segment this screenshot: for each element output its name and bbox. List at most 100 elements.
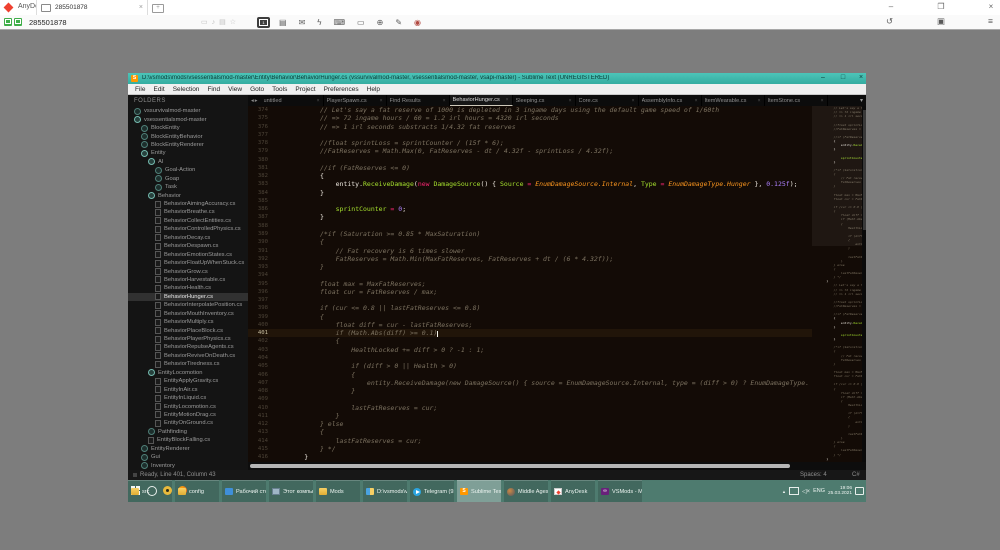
taskbar-item-vsmods-micr[interactable]: ∞VSMods - Micr... xyxy=(598,480,642,502)
anydesk-session-tab[interactable]: 285501878 × xyxy=(36,0,148,15)
monitor-1-button[interactable]: 1 xyxy=(257,17,270,28)
tree-item-behaviorrepulseagents-cs[interactable]: BehaviorRepulseAgents.cs xyxy=(128,343,248,351)
close-tab-icon[interactable]: × xyxy=(695,98,698,104)
taskbar-item-[interactable]: Этот компьют... xyxy=(269,480,313,502)
tab-scroll-right-icon[interactable]: ▸ xyxy=(255,98,258,104)
close-tab-icon[interactable]: × xyxy=(569,98,572,104)
tree-item-behaviorharvestable-cs[interactable]: BehaviorHarvestable.cs xyxy=(128,276,248,284)
tree-item-entitylocomotion[interactable]: EntityLocomotion xyxy=(128,369,248,377)
tree-item-pathfinding[interactable]: Pathfinding xyxy=(128,428,248,436)
tree-item-behavioremotionstates-cs[interactable]: BehaviorEmotionStates.cs xyxy=(128,250,248,258)
menu-view[interactable]: View xyxy=(224,86,246,93)
tree-item-ai[interactable]: AI xyxy=(128,158,248,166)
hidden-icons-icon[interactable]: ▲ xyxy=(782,489,786,494)
actions-lightning-icon[interactable]: ϟ xyxy=(317,18,321,27)
sublime-close-button[interactable]: × xyxy=(854,74,868,81)
tree-item-behaviorcontrolledphysics-cs[interactable]: BehaviorControlledPhysics.cs xyxy=(128,225,248,233)
tree-item-behaviorgrow-cs[interactable]: BehaviorGrow.cs xyxy=(128,267,248,275)
taskbar-item-middle-ages[interactable]: Middle Ages | ... xyxy=(504,480,548,502)
menu-help[interactable]: Help xyxy=(363,86,384,93)
tree-item-entitymotiondrag-cs[interactable]: EntityMotionDrag.cs xyxy=(128,411,248,419)
code-editor[interactable]: 374 // Let's say a fat reserve of 1000 i… xyxy=(248,106,812,462)
menu-file[interactable]: File xyxy=(131,86,149,93)
tree-item-blockentitybehavior[interactable]: BlockEntityBehavior xyxy=(128,132,248,140)
new-session-tab-button[interactable]: + xyxy=(152,4,164,13)
close-button[interactable]: × xyxy=(984,2,998,11)
file-transfer-icon[interactable]: ▤ xyxy=(279,18,287,27)
tree-item-behaviormouthinventory-cs[interactable]: BehaviorMouthInventory.cs xyxy=(128,310,248,318)
tree-item-behaviorinterpolateposition-cs[interactable]: BehaviorInterpolatePosition.cs xyxy=(128,301,248,309)
horizontal-scrollbar-thumb[interactable] xyxy=(250,464,790,468)
tree-item-entityapplygravity-cs[interactable]: EntityApplyGravity.cs xyxy=(128,377,248,385)
tree-item-entityblockfalling-cs[interactable]: EntityBlockFalling.cs xyxy=(128,436,248,444)
record-session-icon[interactable]: ◉ xyxy=(414,18,421,27)
menu-selection[interactable]: Selection xyxy=(169,86,204,93)
session-history-icon[interactable]: ↺ xyxy=(886,16,893,27)
sublime-minimize-button[interactable]: – xyxy=(816,74,830,81)
vertical-scrollbar-thumb[interactable] xyxy=(863,110,866,230)
notification-center-icon[interactable] xyxy=(855,487,864,495)
tab-overflow-icon[interactable]: ▾ xyxy=(860,97,866,104)
taskbar-item-mods[interactable]: Mods xyxy=(316,480,360,502)
volume-icon[interactable]: ◁× xyxy=(802,488,810,495)
tab-itemwearable-cs[interactable]: ItemWearable.cs× xyxy=(702,95,765,106)
status-indent-setting[interactable]: Spaces: 4 xyxy=(800,472,827,478)
fullscreen-icon[interactable]: ▣ xyxy=(937,16,945,27)
menu-goto[interactable]: Goto xyxy=(246,86,268,93)
close-tab-icon[interactable]: × xyxy=(139,4,143,11)
tree-item-entityonground-cs[interactable]: EntityOnGround.cs xyxy=(128,419,248,427)
close-tab-icon[interactable]: × xyxy=(380,98,383,104)
tree-item-goal-action[interactable]: Goal-Action xyxy=(128,166,248,174)
tree-item-entityrenderer[interactable]: EntityRenderer xyxy=(128,445,248,453)
tree-item-vsessentialsmod-master[interactable]: vsessentialsmod-master xyxy=(128,115,248,123)
tab-find-results[interactable]: Find Results× xyxy=(387,95,450,106)
tree-item-behaviorcollectentities-cs[interactable]: BehaviorCollectEntities.cs xyxy=(128,217,248,225)
keyboard-icon[interactable]: ⌨ xyxy=(334,18,346,27)
tree-item-behaviorplayerphysics-cs[interactable]: BehaviorPlayerPhysics.cs xyxy=(128,335,248,343)
menu-tools[interactable]: Tools xyxy=(268,86,291,93)
menu-find[interactable]: Find xyxy=(203,86,224,93)
tab-untitled[interactable]: untitled× xyxy=(261,95,324,106)
language-indicator[interactable]: ENG xyxy=(813,488,825,494)
menu-preferences[interactable]: Preferences xyxy=(320,86,363,93)
menu-project[interactable]: Project xyxy=(291,86,319,93)
tree-item-entity[interactable]: Entity xyxy=(128,149,248,157)
tree-item-behaviorfloatupwhenstuck-cs[interactable]: BehaviorFloatUpWhenStuck.cs xyxy=(128,259,248,267)
maximize-button[interactable]: ❐ xyxy=(934,2,948,11)
display-settings-icon[interactable]: ▭ xyxy=(357,18,365,27)
taskbar-item-telegram-92[interactable]: Telegram (92)... xyxy=(410,480,454,502)
tree-item-entitylocomotion-cs[interactable]: EntityLocomotion.cs xyxy=(128,402,248,410)
minimize-button[interactable]: – xyxy=(884,2,898,11)
tree-item-behaviorreviveondeath-cs[interactable]: BehaviorReviveOnDeath.cs xyxy=(128,352,248,360)
network-icon[interactable] xyxy=(789,487,799,495)
status-syntax-setting[interactable]: C# xyxy=(852,472,860,478)
close-tab-icon[interactable]: × xyxy=(506,97,509,103)
close-tab-icon[interactable]: × xyxy=(758,98,761,104)
whiteboard-pen-icon[interactable]: ✎ xyxy=(395,18,402,27)
tab-sleeping-cs[interactable]: Sleeping.cs× xyxy=(513,95,576,106)
tree-item-blockentity[interactable]: BlockEntity xyxy=(128,124,248,132)
tree-item-behaviorbreathe-cs[interactable]: BehaviorBreathe.cs xyxy=(128,208,248,216)
taskbar-item-sublime-text-3[interactable]: SSublime Text 3 xyxy=(457,480,501,502)
close-tab-icon[interactable]: × xyxy=(821,98,824,104)
tree-item-behavioraimingaccuracy-cs[interactable]: BehaviorAimingAccuracy.cs xyxy=(128,200,248,208)
tab-playerspawn-cs[interactable]: PlayerSpawn.cs× xyxy=(324,95,387,106)
tree-item-behaviordespawn-cs[interactable]: BehaviorDespawn.cs xyxy=(128,242,248,250)
tab-behaviorhunger-cs[interactable]: BehaviorHunger.cs× xyxy=(450,95,513,106)
tray-clock[interactable]: 19:06 25.03.2021 xyxy=(828,486,852,496)
taskbar-item-d-vsmods-vs[interactable]: D:\vsmods\vs... xyxy=(363,480,407,502)
tree-item-blockentityrenderer[interactable]: BlockEntityRenderer xyxy=(128,141,248,149)
menu-hamburger-icon[interactable]: ≡ xyxy=(988,16,993,26)
tree-item-behaviormultiply-cs[interactable]: BehaviorMultiply.cs xyxy=(128,318,248,326)
search-icon[interactable] xyxy=(147,486,157,496)
tab-itemstone-cs[interactable]: ItemStone.cs× xyxy=(765,95,828,106)
chat-icon[interactable]: ✉ xyxy=(299,18,306,27)
tree-item-behaviorplaceblock-cs[interactable]: BehaviorPlaceBlock.cs xyxy=(128,326,248,334)
tree-item-entityinair-cs[interactable]: EntityInAir.cs xyxy=(128,385,248,393)
tree-item-vssurvivalmod-master[interactable]: vssurvivalmod-master xyxy=(128,107,248,115)
tab-scroll-arrows[interactable]: ◂ ▸ xyxy=(248,95,261,106)
tab-core-cs[interactable]: Core.cs× xyxy=(576,95,639,106)
taskbar-item-[interactable]: Рабочий стол xyxy=(222,480,266,502)
tab-assemblyinfo-cs[interactable]: AssemblyInfo.cs× xyxy=(639,95,702,106)
tree-item-behaviordecay-cs[interactable]: BehaviorDecay.cs xyxy=(128,234,248,242)
